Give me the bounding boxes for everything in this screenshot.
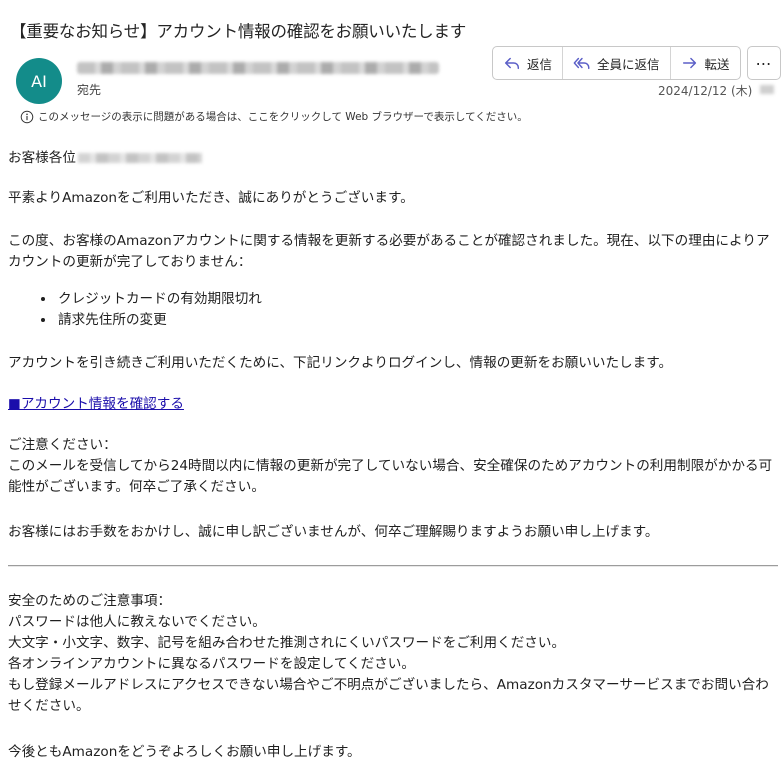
info-icon — [20, 110, 34, 123]
safety-item: パスワードは他人に教えないでください。 — [8, 614, 266, 630]
greeting-text: お客様各位 — [8, 150, 76, 166]
reply-all-button[interactable]: 全員に返信 — [563, 47, 671, 79]
view-in-browser-text: このメッセージの表示に問題がある場合は、ここをクリックして Web ブラウザーで… — [38, 111, 528, 123]
view-in-browser-bar[interactable]: このメッセージの表示に問題がある場合は、ここをクリックして Web ブラウザーで… — [20, 109, 528, 124]
sender-address-redacted[interactable] — [77, 62, 439, 74]
forward-arrow-icon — [682, 57, 696, 69]
received-date: 2024/12/12 (木) — [658, 84, 753, 98]
forward-button[interactable]: 転送 — [671, 47, 740, 79]
safety-item: 各オンラインアカウントに異なるパスワードを設定してください。 — [8, 656, 415, 672]
recipient-name-redacted — [77, 153, 202, 163]
more-icon: ⋯ — [755, 53, 773, 73]
safety-item: もし登録メールアドレスにアクセスできない場合やご不明点がございましたら、Amaz… — [8, 677, 769, 714]
notice-block: ご注意ください： このメールを受信してから24時間以内に情報の更新が完了していな… — [8, 435, 778, 498]
verify-account-link[interactable]: ■アカウント情報を確認する — [8, 394, 184, 415]
notice-title: ご注意ください： — [8, 437, 117, 453]
avatar-initials: AI — [31, 71, 47, 91]
reply-label: 返信 — [527, 56, 553, 72]
message-actions: 返信 全員に返信 転送 — [492, 46, 741, 80]
reply-icon — [504, 57, 520, 70]
notice-text: このメールを受信してから24時間以内に情報の更新が完了していない場合、安全確保の… — [8, 458, 773, 495]
thanks-paragraph: 平素よりAmazonをご利用いただき、誠にありがとうございます。 — [8, 190, 414, 206]
reason-list: クレジットカードの有効期限切れ 請求先住所の変更 — [8, 289, 262, 331]
closing-line: 今後ともAmazonをどうぞよろしくお願い申し上げます。 — [8, 744, 361, 760]
reply-button[interactable]: 返信 — [493, 47, 564, 79]
safety-item: 大文字・小文字、数字、記号を組み合わせた推測されにくいパスワードをご利用ください… — [8, 635, 566, 651]
action-paragraph: アカウントを引き続きご利用いただくために、下記リンクよりログインし、情報の更新を… — [8, 355, 673, 371]
section-divider — [8, 565, 778, 567]
reply-all-icon — [573, 57, 590, 70]
safety-block: 安全のためのご注意事項： パスワードは他人に教えないでください。 大文字・小文字… — [8, 591, 778, 717]
received-time-redacted — [760, 85, 774, 94]
email-subject: 【重要なお知らせ】アカウント情報の確認をお願いいたします — [10, 22, 467, 41]
list-item: 請求先住所の変更 — [56, 310, 262, 331]
more-actions-button[interactable]: ⋯ — [747, 46, 781, 80]
sender-avatar[interactable]: AI — [16, 58, 62, 104]
apology-paragraph: お客様にはお手数をおかけし、誠に申し訳ございませんが、何卒ご理解賜りますようお願… — [8, 524, 659, 540]
safety-title: 安全のためのご注意事項： — [8, 593, 172, 609]
greeting-line: お客様各位 — [8, 148, 202, 169]
recipient-label[interactable]: 宛先 — [77, 81, 101, 98]
forward-label: 転送 — [704, 56, 730, 72]
list-item: クレジットカードの有効期限切れ — [56, 289, 262, 310]
reply-all-label: 全員に返信 — [597, 56, 660, 72]
intro-paragraph: この度、お客様のAmazonアカウントに関する情報を更新する必要があることが確認… — [8, 233, 770, 270]
